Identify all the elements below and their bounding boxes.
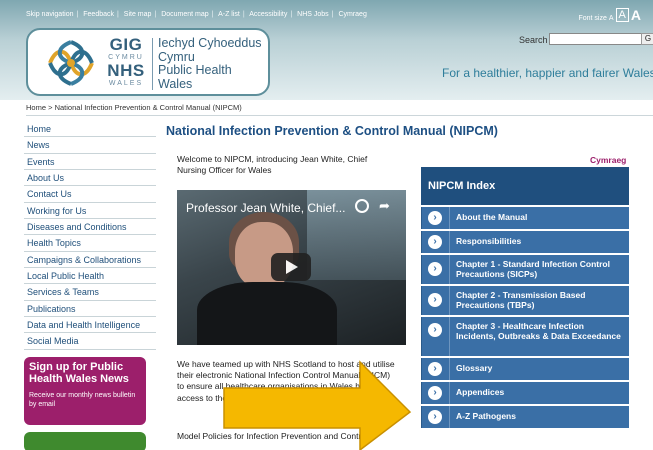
newsletter-signup-promo[interactable]: Sign up for Public Health Wales News Rec… xyxy=(24,357,146,425)
promo-subtitle: Receive our monthly news bulletin by ema… xyxy=(29,392,136,408)
index-item-about-manual[interactable]: › About the Manual xyxy=(421,207,629,229)
promo-title: Sign up for Public Health Wales News xyxy=(29,361,129,385)
site-header: Skip navigation | Feedback | Site map | Doc… xyxy=(0,0,653,100)
index-item-chapter-1[interactable]: › Chapter 1 - Standard Infection Control… xyxy=(421,255,629,284)
breadcrumb-home-link[interactable]: Home xyxy=(26,103,46,112)
breadcrumb-current: National Infection Prevention & Control … xyxy=(54,103,242,112)
chevron-right-icon: › xyxy=(428,211,442,225)
accessibility-link[interactable]: Accessibility xyxy=(249,11,287,18)
intro-text: Welcome to NIPCM, introducing Jean White… xyxy=(177,154,368,175)
sidebar-item-campaigns[interactable]: Campaigns & Collaborations xyxy=(24,252,156,269)
chevron-right-icon: › xyxy=(428,262,442,276)
logo-divider xyxy=(152,38,153,90)
feedback-link[interactable]: Feedback xyxy=(83,11,114,18)
index-item-chapter-3[interactable]: › Chapter 3 - Healthcare Infection Incid… xyxy=(421,317,629,356)
index-heading: NIPCM Index xyxy=(421,167,629,205)
index-item-a-z-pathogens[interactable]: › A-Z Pathogens xyxy=(421,406,629,428)
cymraeg-top-link[interactable]: Cymraeg xyxy=(338,11,366,18)
index-item-label: About the Manual xyxy=(456,212,528,222)
logo-organisation-name: Iechyd Cyhoeddus Cymru Public Health Wal… xyxy=(158,36,262,91)
sidebar-item-about-us[interactable]: About Us xyxy=(24,170,156,187)
share-icon[interactable]: ➦ xyxy=(379,199,390,213)
video-player[interactable]: Professor Jean White, Chief... ➦ xyxy=(177,190,406,345)
font-size-controls: Font size A A A xyxy=(578,8,641,22)
chevron-right-icon: › xyxy=(428,362,442,376)
chevron-right-icon: › xyxy=(428,293,442,307)
video-person-body xyxy=(197,282,337,345)
public-health-wales-logo[interactable]: GIG CYMRU NHS WALES Iechyd Cyhoeddus Cym… xyxy=(26,28,270,96)
watch-later-icon[interactable] xyxy=(355,199,369,213)
font-size-large-button[interactable]: A xyxy=(631,8,641,22)
font-size-medium-button[interactable]: A xyxy=(615,8,629,22)
font-size-small-button[interactable]: A xyxy=(609,15,614,22)
index-item-appendices[interactable]: › Appendices xyxy=(421,382,629,404)
index-item-label: Chapter 1 - Standard Infection Control P… xyxy=(456,259,610,279)
index-item-label: Appendices xyxy=(456,387,505,397)
index-item-label: Chapter 3 - Healthcare Infection Inciden… xyxy=(456,321,621,341)
highlight-arrow-icon xyxy=(223,360,412,450)
sidebar-item-working-for-us[interactable]: Working for Us xyxy=(24,203,156,220)
sidebar-item-news[interactable]: News xyxy=(24,137,156,154)
search-label: Search xyxy=(519,35,548,45)
chevron-right-icon: › xyxy=(428,323,442,337)
index-item-responsibilities[interactable]: › Responsibilities xyxy=(421,231,629,253)
sidebar-item-publications[interactable]: Publications xyxy=(24,301,156,318)
breadcrumb: Home > National Infection Prevention & C… xyxy=(26,103,242,112)
document-map-link[interactable]: Document map xyxy=(161,11,208,18)
sidebar-item-social-media[interactable]: Social Media xyxy=(24,333,156,350)
dragon-knot-logo-icon xyxy=(48,40,94,86)
sidebar-item-health-topics[interactable]: Health Topics xyxy=(24,235,156,252)
breadcrumb-separator: > xyxy=(48,103,53,112)
chevron-right-icon: › xyxy=(428,235,442,249)
tagline: For a healthier, happier and fairer Wale… xyxy=(442,66,653,80)
index-item-glossary[interactable]: › Glossary xyxy=(421,358,629,380)
secondary-promo[interactable] xyxy=(24,432,146,450)
sidebar-item-services-teams[interactable]: Services & Teams xyxy=(24,284,156,301)
site-map-link[interactable]: Site map xyxy=(124,11,152,18)
sidebar-item-home[interactable]: Home xyxy=(24,121,156,138)
index-item-label: Responsibilities xyxy=(456,236,522,246)
cymraeg-link[interactable]: Cymraeg xyxy=(590,155,626,165)
search-input[interactable] xyxy=(549,33,643,45)
chevron-right-icon: › xyxy=(428,410,442,424)
sidebar-item-diseases[interactable]: Diseases and Conditions xyxy=(24,219,156,236)
font-size-label: Font size xyxy=(578,15,607,22)
sidebar-item-contact-us[interactable]: Contact Us xyxy=(24,186,156,203)
play-button-icon[interactable] xyxy=(271,253,311,281)
chevron-right-icon: › xyxy=(428,386,442,400)
page-title: National Infection Prevention & Control … xyxy=(166,124,498,138)
nhs-jobs-link[interactable]: NHS Jobs xyxy=(297,11,329,18)
index-item-chapter-2[interactable]: › Chapter 2 - Transmission Based Precaut… xyxy=(421,286,629,315)
video-title[interactable]: Professor Jean White, Chief... xyxy=(186,201,345,215)
logo-wordmark: GIG CYMRU NHS WALES xyxy=(107,35,145,87)
a-z-list-link[interactable]: A-Z list xyxy=(218,11,240,18)
index-item-label: Glossary xyxy=(456,363,493,373)
breadcrumb-divider xyxy=(26,115,653,116)
search-go-button[interactable]: G xyxy=(641,33,653,45)
sidebar-item-data-intelligence[interactable]: Data and Health Intelligence xyxy=(24,317,156,334)
skip-navigation-link[interactable]: Skip navigation xyxy=(26,11,73,18)
sidebar-nav: Home News Events About Us Contact Us Wor… xyxy=(24,121,156,350)
utility-links: Skip navigation | Feedback | Site map | Doc… xyxy=(26,11,367,18)
sidebar-item-local-public-health[interactable]: Local Public Health xyxy=(24,268,156,285)
nipcm-index-panel: NIPCM Index › About the Manual › Respons… xyxy=(421,167,629,428)
index-item-label: A-Z Pathogens xyxy=(456,411,516,421)
index-item-label: Chapter 2 - Transmission Based Precautio… xyxy=(456,290,586,310)
sidebar-item-events[interactable]: Events xyxy=(24,154,156,171)
